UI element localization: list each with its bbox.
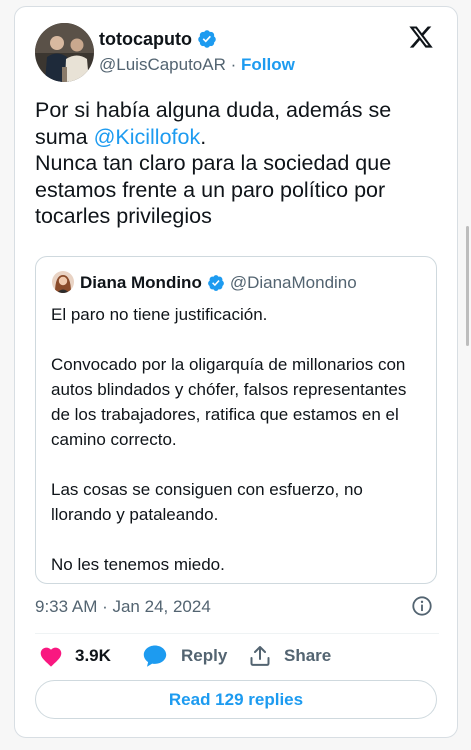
author-handle[interactable]: @LuisCaputoAR [99,55,226,74]
quoted-tweet-text: El paro no tiene justificación. Convocad… [51,302,426,577]
follow-button[interactable]: Follow [241,55,295,74]
read-replies-button[interactable]: Read 129 replies [35,680,437,719]
tweet-card: totocaputo @LuisCaputoAR · Follow Por si… [14,6,458,738]
quoted-author-row: Diana Mondino @DianaMondino [80,272,357,294]
quoted-author-handle: @DianaMondino [229,273,357,292]
info-icon[interactable] [411,595,433,617]
divider [35,633,439,634]
quoted-author-avatar [52,271,74,293]
quoted-tweet[interactable]: Diana Mondino @DianaMondino El paro no t… [35,256,437,584]
quoted-paragraph: Convocado por la oligarquía de millonari… [51,355,407,449]
author-display-name-row[interactable]: totocaputo [99,28,217,50]
x-logo-icon[interactable] [408,24,434,50]
quoted-paragraph: El paro no tiene justificación. [51,305,268,324]
tweet-text: Por si había alguna duda, además se suma… [35,97,445,230]
tweet-timestamp[interactable]: 9:33 AM · Jan 24, 2024 [35,596,211,618]
mention-link[interactable]: @Kicillofok [94,125,201,149]
author-avatar[interactable] [35,23,94,82]
share-label: Share [284,646,332,665]
like-button[interactable]: 3.9K [39,642,111,670]
share-button[interactable]: Share [248,642,331,670]
read-replies-label: Read 129 replies [168,689,304,709]
reply-button[interactable]: Reply [142,642,227,670]
quoted-author-name: Diana Mondino [80,273,202,292]
reply-label: Reply [181,646,228,665]
verified-badge-icon [207,274,225,292]
verified-badge-icon [197,29,217,49]
handle-separator: · [230,55,237,74]
scrollbar-thumb[interactable] [466,226,469,346]
quoted-paragraph: No les tenemos miedo. [51,555,225,574]
author-display-name[interactable]: totocaputo [99,28,192,50]
reply-bubble-icon [142,644,168,668]
quoted-paragraph: Las cosas se consiguen con esfuerzo, no … [51,480,363,524]
like-count: 3.9K [75,646,111,665]
tweet-text-start: Por si había alguna duda, además se suma [35,98,392,149]
heart-icon [39,645,63,667]
share-icon [248,644,272,668]
author-handle-row: @LuisCaputoAR · Follow [99,54,295,76]
